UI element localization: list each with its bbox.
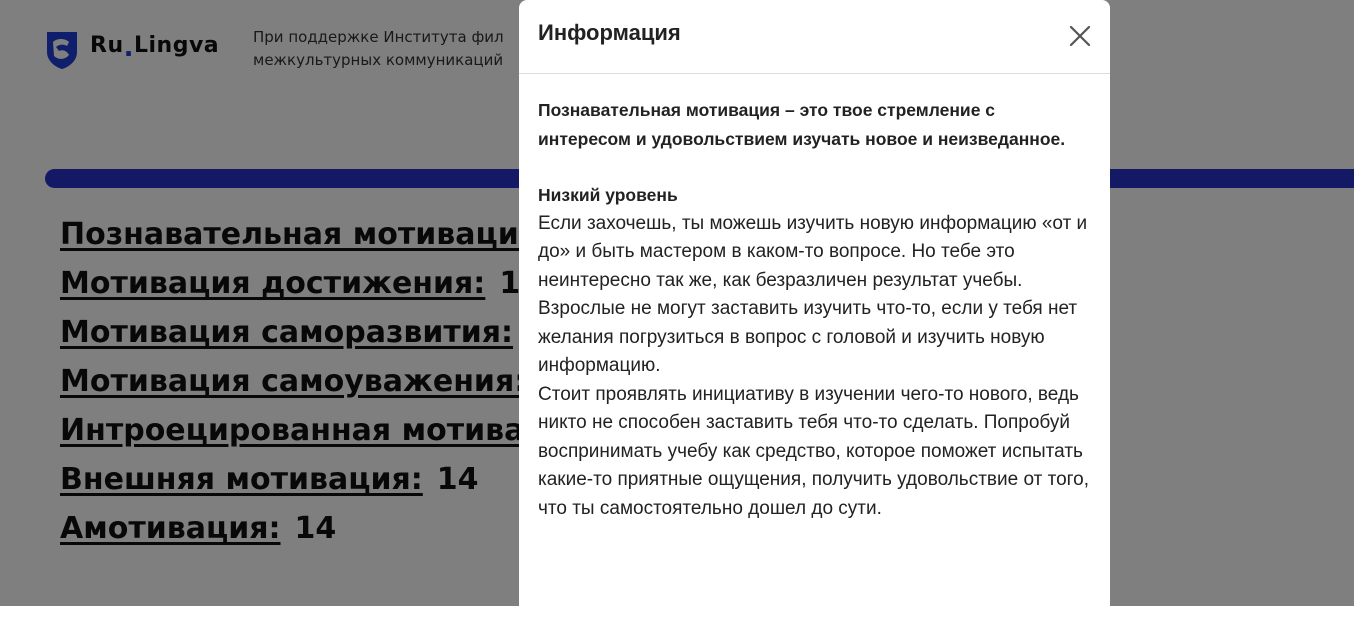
modal-paragraph: Если захочешь, ты можешь изучить новую и… (538, 212, 1088, 291)
modal-paragraph: Стоит проявлять инициативу в изучении че… (538, 383, 1090, 519)
modal-title: Информация (538, 20, 681, 45)
modal-body: Познавательная мотивация – это твое стре… (519, 74, 1110, 523)
level-heading: Низкий уровень (538, 185, 678, 205)
modal-paragraph: Взрослые не могут заставить изучить что-… (538, 298, 1078, 376)
modal-lead-text: Познавательная мотивация – это твое стре… (538, 100, 1066, 149)
info-modal: Информация Познавательная мотивация – эт… (519, 0, 1110, 620)
modal-header: Информация (519, 0, 1110, 74)
close-icon[interactable] (1066, 22, 1094, 50)
